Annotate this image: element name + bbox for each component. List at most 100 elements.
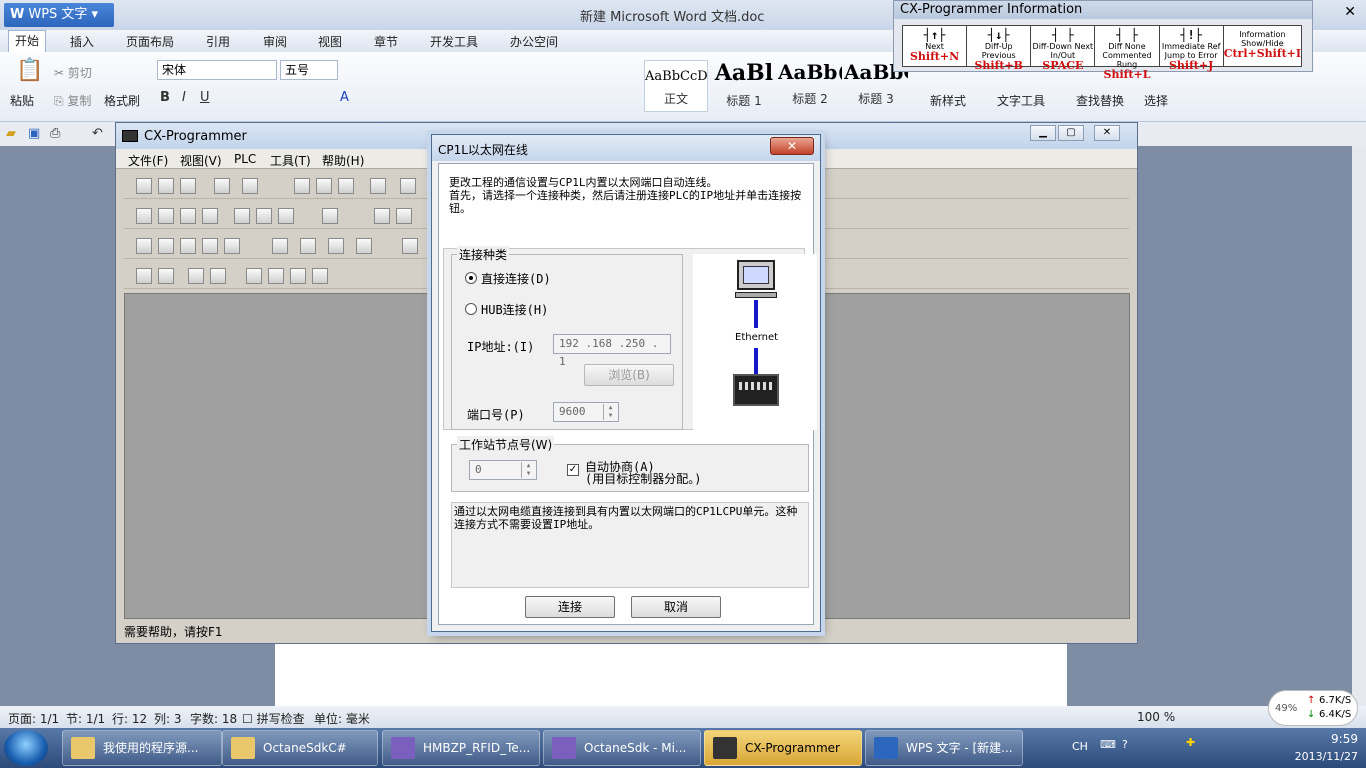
- tab-review[interactable]: 审阅: [263, 33, 287, 50]
- radio-hub-connect[interactable]: [465, 303, 477, 315]
- taskbar-item[interactable]: OctaneSdkC#: [222, 730, 378, 766]
- find-replace-button[interactable]: 查找替换: [1076, 92, 1124, 109]
- taskbar-item-active[interactable]: CX-Programmer: [704, 730, 862, 766]
- underline-icon[interactable]: U: [200, 90, 210, 105]
- save-icon[interactable]: ▣: [28, 126, 40, 141]
- counter-icon[interactable]: [300, 238, 316, 254]
- select-button[interactable]: 选择: [1144, 92, 1168, 109]
- grid-icon[interactable]: [234, 208, 250, 224]
- compare-icon[interactable]: [290, 268, 306, 284]
- align-icon[interactable]: [188, 268, 204, 284]
- menu-plc[interactable]: PLC: [234, 152, 256, 166]
- help-icon[interactable]: ?: [1122, 738, 1128, 751]
- menu-file[interactable]: 文件(F): [128, 152, 168, 169]
- paste-button[interactable]: 粘贴: [10, 92, 34, 109]
- undo-icon[interactable]: ↶: [92, 126, 103, 141]
- shield-icon[interactable]: ✚: [1186, 736, 1195, 749]
- open-file-icon[interactable]: [158, 178, 174, 194]
- keyboard-icon[interactable]: ⌨: [1100, 738, 1116, 751]
- paste-icon[interactable]: 📋: [16, 58, 43, 83]
- tab-developer[interactable]: 开发工具: [430, 33, 478, 50]
- block-icon[interactable]: [328, 238, 344, 254]
- print-icon[interactable]: [242, 178, 258, 194]
- browse-button[interactable]: 浏览(B): [584, 364, 674, 386]
- close-icon[interactable]: ✕: [1344, 4, 1356, 20]
- menu-view[interactable]: 视图(V): [180, 152, 222, 169]
- spinner-icon[interactable]: ▲ ▼: [521, 462, 535, 478]
- dialog-close-button[interactable]: ✕: [770, 137, 814, 155]
- taskbar-item[interactable]: 我使用的程序源...: [62, 730, 222, 766]
- style-heading-1[interactable]: AaBl 标题 1: [712, 60, 776, 112]
- online-icon[interactable]: [246, 268, 262, 284]
- cut-icon[interactable]: [294, 178, 310, 194]
- zoom-in-icon[interactable]: [180, 208, 196, 224]
- tab-page-layout[interactable]: 页面布局: [126, 33, 174, 50]
- ladder-icon[interactable]: [322, 208, 338, 224]
- open-folder-icon[interactable]: ▰: [6, 126, 16, 141]
- connect-button[interactable]: 连接: [525, 596, 615, 618]
- list-icon[interactable]: [278, 208, 294, 224]
- node-number-field[interactable]: 0 ▲ ▼: [469, 460, 537, 480]
- taskbar-item[interactable]: WPS 文字 - [新建...: [865, 730, 1023, 766]
- indent-icon[interactable]: [136, 268, 152, 284]
- wps-app-menu-button[interactable]: W WPS 文字 ▾: [4, 3, 114, 27]
- coil-icon[interactable]: [158, 238, 174, 254]
- new-style-button[interactable]: 新样式: [930, 92, 966, 109]
- offline-icon[interactable]: [312, 268, 328, 284]
- text-tools-button[interactable]: 文字工具: [997, 92, 1045, 109]
- tab-office-space[interactable]: 办公空间: [510, 33, 558, 50]
- cross-reference-icon[interactable]: [158, 208, 174, 224]
- line-icon[interactable]: [202, 238, 218, 254]
- language-indicator[interactable]: CH: [1072, 740, 1088, 753]
- port-field[interactable]: 9600 ▲ ▼: [553, 402, 619, 422]
- style-heading-2[interactable]: AaBb( 标题 2: [778, 60, 842, 112]
- zoom-level[interactable]: 100 %: [1137, 710, 1175, 724]
- bold-icon[interactable]: B: [160, 90, 170, 105]
- maximize-button[interactable]: ▢: [1058, 125, 1084, 141]
- spell-check-toggle[interactable]: ☐ 拼写检查: [242, 710, 305, 727]
- style-normal[interactable]: AaBbCcDd 正文: [644, 60, 708, 112]
- copy-icon[interactable]: [316, 178, 332, 194]
- auto-negotiate-checkbox[interactable]: ✓: [567, 464, 579, 476]
- zoom-out-icon[interactable]: [202, 208, 218, 224]
- number-icon[interactable]: [402, 238, 418, 254]
- format-painter-button[interactable]: 格式刷: [104, 92, 140, 109]
- cancel-button[interactable]: 取消: [631, 596, 721, 618]
- close-button[interactable]: ✕: [1094, 125, 1120, 141]
- font-name-select[interactable]: 宋体: [157, 60, 277, 80]
- function-icon[interactable]: [224, 238, 240, 254]
- tab-view[interactable]: 视图: [318, 33, 342, 50]
- contact-icon[interactable]: [136, 238, 152, 254]
- tab-references[interactable]: 引用: [206, 33, 230, 50]
- copy-button[interactable]: ⎘ 复制: [54, 92, 91, 109]
- comment-icon[interactable]: [396, 208, 412, 224]
- save-file-icon[interactable]: [180, 178, 196, 194]
- menu-tools[interactable]: 工具(T): [270, 152, 311, 169]
- symbol-icon[interactable]: [374, 208, 390, 224]
- timer-icon[interactable]: [272, 238, 288, 254]
- font-size-select[interactable]: 五号: [280, 60, 338, 80]
- clock-time[interactable]: 9:59: [1331, 732, 1358, 746]
- upload-icon[interactable]: [370, 178, 386, 194]
- paste-icon[interactable]: [338, 178, 354, 194]
- table-icon[interactable]: [356, 238, 372, 254]
- start-button[interactable]: [4, 730, 48, 766]
- zoom-icon[interactable]: [136, 208, 152, 224]
- transfer-icon[interactable]: [268, 268, 284, 284]
- font-color-icon[interactable]: A: [340, 90, 349, 105]
- print-icon[interactable]: ⎙: [50, 126, 60, 141]
- taskbar-item[interactable]: HMBZP_RFID_Te...: [382, 730, 540, 766]
- clock-date[interactable]: 2013/11/27: [1295, 750, 1358, 763]
- radio-direct-connect[interactable]: [465, 272, 477, 284]
- menu-help[interactable]: 帮助(H): [322, 152, 364, 169]
- wps-vertical-scrollbar[interactable]: [1352, 146, 1366, 706]
- cut-button[interactable]: ✂ 剪切: [54, 64, 92, 81]
- taskbar-item[interactable]: OctaneSdk - Mi...: [543, 730, 701, 766]
- tab-chapter[interactable]: 章节: [374, 33, 398, 50]
- tab-insert[interactable]: 插入: [70, 33, 94, 50]
- instruction-icon[interactable]: [180, 238, 196, 254]
- undo-icon[interactable]: [400, 178, 416, 194]
- distribute-icon[interactable]: [210, 268, 226, 284]
- ip-address-field[interactable]: 192 .168 .250 . 1: [553, 334, 671, 368]
- print-preview-icon[interactable]: [214, 178, 230, 194]
